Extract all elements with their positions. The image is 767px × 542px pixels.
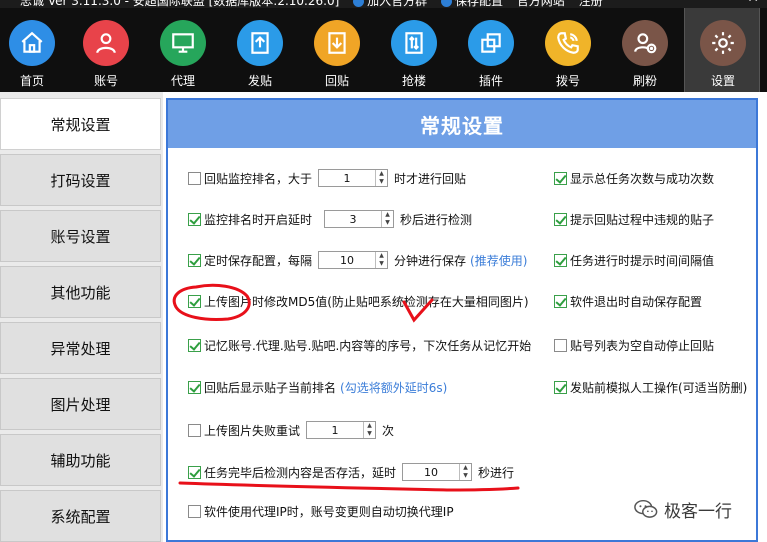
toolbar-item-plugin[interactable]: 插件	[459, 8, 523, 92]
option-monitor-delay: 监控排名时开启延时 3 ▲ ▼ 秒后进行检测	[188, 209, 472, 229]
checkbox[interactable]	[554, 380, 567, 394]
spin-up-icon[interactable]: ▲	[376, 252, 387, 260]
spin-up-icon[interactable]: ▲	[382, 211, 393, 219]
checkbox[interactable]	[188, 423, 201, 437]
window-title: 忠诚 Ver 3.11.3.0 - 安超国际联盟 [数据库版本:2.10.26.…	[20, 0, 340, 8]
sidebar-item-system[interactable]: 系统配置	[0, 490, 161, 542]
upload-retry-stepper[interactable]: 1 ▲ ▼	[306, 421, 377, 439]
spin-down-icon[interactable]: ▼	[382, 219, 393, 227]
join-group-link[interactable]: 加入官方群	[353, 0, 427, 8]
watermark-text: 极客一行	[664, 501, 732, 522]
close-icon[interactable]: ✕	[747, 0, 759, 6]
add-user-icon	[622, 20, 668, 66]
sidebar-item-general[interactable]: 常规设置	[0, 98, 161, 150]
option-remember-index: 记忆账号.代理.贴号.贴吧.内容等的序号，下次任务从记忆开始	[188, 335, 531, 355]
spin-down-icon[interactable]: ▼	[460, 472, 471, 480]
toolbar-item-dial[interactable]: 拨号	[536, 8, 600, 92]
toolbar-item-post[interactable]: 发贴	[228, 8, 292, 92]
auto-save-stepper[interactable]: 10 ▲ ▼	[318, 251, 389, 269]
save-icon	[440, 0, 452, 7]
sidebar-item-image[interactable]: 图片处理	[0, 378, 161, 430]
option-show-task-count: 显示总任务次数与成功次数	[554, 168, 714, 188]
checkbox[interactable]	[188, 338, 201, 352]
wechat-icon	[634, 499, 658, 518]
checkbox[interactable]	[188, 212, 201, 226]
option-show-interval: 任务进行时提示时间间隔值	[554, 250, 714, 270]
title-bar-text: 忠诚 Ver 3.11.3.0 - 安超国际联盟 [数据库版本:2.10.26.…	[20, 0, 603, 8]
spin-down-icon[interactable]: ▼	[364, 430, 375, 438]
rank-threshold-stepper[interactable]: 1 ▲ ▼	[318, 169, 389, 187]
checkbox[interactable]	[554, 253, 567, 267]
download-icon	[314, 20, 360, 66]
monitor-delay-stepper[interactable]: 3 ▲ ▼	[324, 210, 395, 228]
spin-up-icon[interactable]: ▲	[364, 422, 375, 430]
settings-sidebar: 常规设置 打码设置 账号设置 其他功能 异常处理 图片处理 辅助功能 系统配置	[0, 92, 163, 542]
option-image-md5: 上传图片时修改MD5值(防止贴吧系统检测存在大量相同图片)	[188, 291, 529, 311]
spin-up-icon[interactable]: ▲	[460, 464, 471, 472]
layers-icon	[468, 20, 514, 66]
checkbox[interactable]	[554, 338, 567, 352]
sidebar-item-account[interactable]: 账号设置	[0, 210, 161, 262]
option-upload-retry: 上传图片失败重试 1 ▲ ▼ 次	[188, 420, 394, 440]
save-config-link[interactable]: 保存配置	[440, 0, 503, 8]
checkbox[interactable]	[554, 294, 567, 308]
gear-icon	[700, 20, 746, 66]
toolbar-item-grab-floor[interactable]: 抢楼	[382, 8, 446, 92]
checkbox[interactable]	[188, 294, 201, 308]
sort-icon	[391, 20, 437, 66]
option-alive-check: 任务完毕后检测内容是否存活，延时 10 ▲ ▼ 秒进行	[188, 462, 514, 482]
option-show-rank: 回贴后显示贴子当前排名 (勾选将额外延时6s)	[188, 377, 447, 397]
title-bar: 忠诚 Ver 3.11.3.0 - 安超国际联盟 [数据库版本:2.10.26.…	[0, 0, 767, 8]
option-reply-rank-threshold: 回贴监控排名，大于 1 ▲ ▼ 时才进行回贴	[188, 168, 466, 188]
toolbar-item-proxy[interactable]: 代理	[151, 8, 215, 92]
toolbar-item-fans[interactable]: 刷粉	[613, 8, 677, 92]
option-proxy-switch: 软件使用代理IP时，账号变更则自动切换代理IP	[188, 501, 454, 521]
monitor-icon	[160, 20, 206, 66]
main-toolbar: 首页 账号 代理 发贴 回贴 抢楼 插件 拨号 刷粉 设置	[0, 8, 767, 92]
toolbar-item-home[interactable]: 首页	[0, 8, 64, 92]
register-link[interactable]: 注册	[579, 0, 603, 8]
panel-title: 常规设置	[168, 100, 756, 148]
spin-down-icon[interactable]: ▼	[376, 260, 387, 268]
general-settings-panel: 常规设置 回贴监控排名，大于 1 ▲ ▼ 时才进行回贴 监控排名时开启延时 3 ▲…	[166, 98, 758, 542]
phone-icon	[545, 20, 591, 66]
alive-check-stepper[interactable]: 10 ▲ ▼	[402, 463, 473, 481]
option-save-on-exit: 软件退出时自动保存配置	[554, 291, 702, 311]
sidebar-item-other[interactable]: 其他功能	[0, 266, 161, 318]
toolbar-item-account[interactable]: 账号	[74, 8, 138, 92]
spin-down-icon[interactable]: ▼	[376, 178, 387, 186]
option-simulate-human: 发贴前模拟人工操作(可适当防删)	[554, 377, 747, 397]
checkbox[interactable]	[188, 504, 201, 518]
checkbox[interactable]	[188, 253, 201, 267]
sidebar-item-exception[interactable]: 异常处理	[0, 322, 161, 374]
option-show-violations: 提示回贴过程中违规的贴子	[554, 209, 714, 229]
watermark: 极客一行	[634, 496, 732, 522]
checkbox[interactable]	[188, 380, 201, 394]
sidebar-item-assist[interactable]: 辅助功能	[0, 434, 161, 486]
official-site-link[interactable]: 官方网站	[517, 0, 565, 8]
checkbox[interactable]	[554, 171, 567, 185]
checkbox[interactable]	[188, 465, 201, 479]
upload-icon	[237, 20, 283, 66]
option-stop-empty-list: 贴号列表为空自动停止回贴	[554, 335, 714, 355]
toolbar-item-reply[interactable]: 回贴	[305, 8, 369, 92]
option-auto-save: 定时保存配置，每隔 10 ▲ ▼ 分钟进行保存 (推荐使用)	[188, 250, 527, 270]
user-icon	[83, 20, 129, 66]
spin-up-icon[interactable]: ▲	[376, 170, 387, 178]
home-icon	[9, 20, 55, 66]
sidebar-item-captcha[interactable]: 打码设置	[0, 154, 161, 206]
plus-icon	[353, 0, 365, 7]
toolbar-item-settings[interactable]: 设置	[684, 8, 760, 92]
checkbox[interactable]	[554, 212, 567, 226]
checkbox[interactable]	[188, 171, 201, 185]
